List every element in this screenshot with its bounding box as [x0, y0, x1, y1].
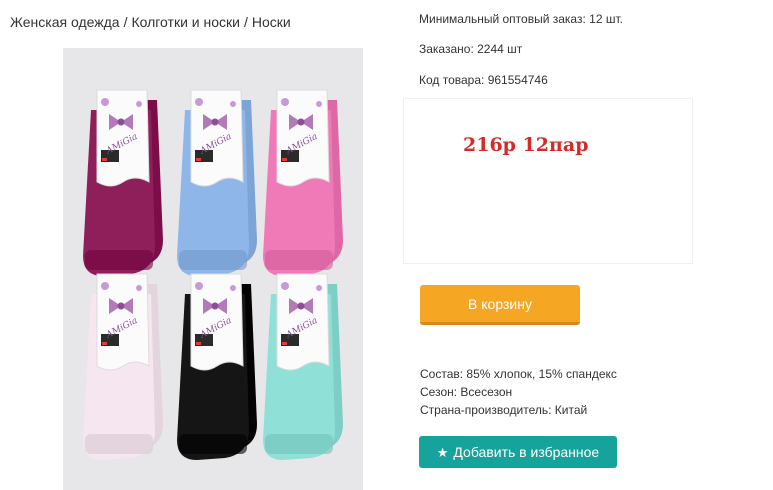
add-to-favorites-label: Добавить в избранное	[453, 444, 600, 460]
sock-pair: AMiGia	[263, 273, 343, 460]
breadcrumb-item-womens-clothing[interactable]: Женская одежда	[10, 14, 120, 30]
ordered-count-text: Заказано: 2244 шт	[419, 42, 523, 56]
country-text: Страна-производитель: Китай	[420, 403, 588, 417]
sock-pair: AMiGia	[83, 273, 163, 460]
season-text: Сезон: Всесезон	[420, 385, 513, 399]
add-to-favorites-button[interactable]: ★ Добавить в избранное	[419, 436, 617, 468]
breadcrumb-item-socks[interactable]: Носки	[252, 14, 291, 30]
breadcrumb: Женская одежда / Колготки и носки / Носки	[10, 14, 291, 30]
star-icon: ★	[436, 444, 449, 460]
sock-pair: AMiGia	[177, 273, 257, 460]
breadcrumb-separator: /	[243, 14, 248, 30]
add-to-cart-button[interactable]: В корзину	[420, 285, 580, 325]
price-box: 216р 12пар	[403, 98, 693, 264]
product-code-text: Код товара: 961554746	[419, 73, 548, 87]
socks-illustration: AMiGia AMiGia AMiGiaAMiGia AMiGia AMiGia	[83, 89, 343, 460]
product-photo[interactable]: AMiGia AMiGia AMiGia AMiGia AMiGia AMiGia	[63, 48, 363, 490]
sock-pair: AMiGia	[83, 89, 163, 276]
breadcrumb-item-tights-socks[interactable]: Колготки и носки	[131, 14, 240, 30]
sock-pair: AMiGia	[177, 89, 257, 276]
sock-pair: AMiGia	[263, 89, 343, 276]
composition-text: Состав: 85% хлопок, 15% спандекс	[420, 367, 617, 381]
min-order-text: Минимальный оптовый заказ: 12 шт.	[419, 12, 623, 26]
breadcrumb-separator: /	[123, 14, 128, 30]
price-note: 216р 12пар	[463, 134, 589, 156]
